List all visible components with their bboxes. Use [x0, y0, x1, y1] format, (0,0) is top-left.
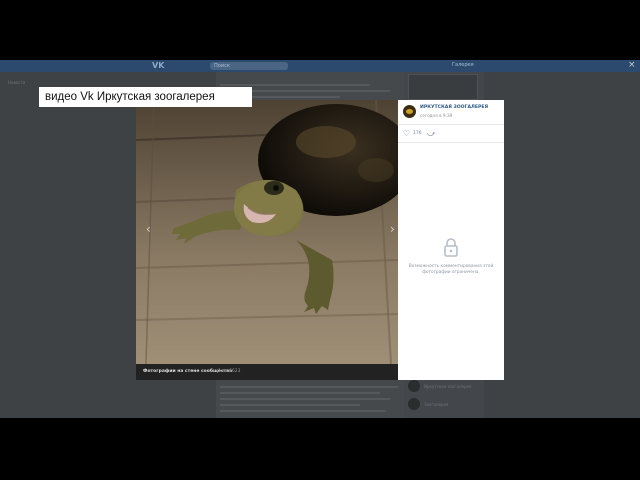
photo-info-panel: ИРКУТСКАЯ ЗООГАЛЕРЕЯ сегодня в 9:39 ♡ 17… [398, 100, 504, 380]
search-input[interactable]: Поиск [210, 62, 288, 70]
author-avatar[interactable] [403, 105, 416, 118]
photo-counter: 1 из 6623 [218, 369, 241, 374]
feed-text-line [220, 404, 360, 406]
post-actions: ♡ 176 ⤻ [398, 126, 504, 143]
avatar[interactable] [408, 398, 420, 410]
like-count: 176 [413, 131, 422, 136]
feed-text-line [220, 398, 390, 400]
post-header: ИРКУТСКАЯ ЗООГАЛЕРЕЯ сегодня в 9:39 [398, 100, 504, 125]
close-icon[interactable]: × [628, 60, 636, 70]
vk-logo[interactable]: VK [152, 61, 164, 70]
user-menu[interactable]: Галерея [452, 62, 474, 68]
post-date[interactable]: сегодня в 9:39 [420, 113, 452, 118]
lock-icon [444, 238, 458, 257]
sidebar-item-label[interactable]: Зоогалерея [424, 402, 448, 407]
feed-text-line [220, 392, 380, 394]
sidebar-thumbnail[interactable] [408, 74, 478, 100]
sidebar-item-label[interactable]: Иркутская зоогалерея [424, 384, 471, 389]
comments-disabled-text: Возможность комментирования этой фотогра… [408, 264, 494, 275]
feed-text-line [220, 386, 398, 388]
heart-icon[interactable]: ♡ [403, 129, 410, 138]
next-photo-arrow[interactable]: › [390, 222, 395, 236]
feed-text-line [220, 410, 386, 412]
turtle-photo [136, 100, 398, 364]
share-icon[interactable]: ⤻ [427, 129, 436, 139]
avatar[interactable] [408, 380, 420, 392]
prev-photo-arrow[interactable]: ‹ [146, 222, 151, 236]
left-menu-item[interactable]: Новости [8, 80, 25, 85]
vk-top-bar: VK Поиск Галерея × [0, 60, 640, 72]
photo-viewer-image[interactable] [136, 100, 398, 364]
author-name[interactable]: ИРКУТСКАЯ ЗООГАЛЕРЕЯ [420, 105, 488, 110]
photo-footer: Фотографии на стене сообщества 1 из 6623 [136, 364, 398, 380]
video-caption: видео Vk Иркутская зоогалерея [39, 87, 252, 107]
feed-text-line [220, 84, 370, 86]
